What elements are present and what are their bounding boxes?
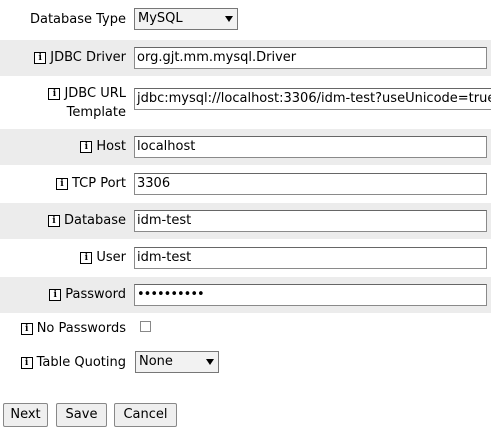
user-label: i User	[80, 250, 126, 266]
chevron-down-icon	[225, 16, 233, 22]
row-database: i Database idm-test	[0, 203, 491, 239]
cancel-button[interactable]: Cancel	[114, 403, 177, 427]
info-icon[interactable]: i	[49, 289, 62, 301]
database-type-value: MySQL	[138, 11, 183, 26]
info-icon[interactable]: i	[80, 252, 93, 264]
row-user: i User idm-test	[0, 240, 491, 276]
no-passwords-checkbox[interactable]	[140, 321, 151, 332]
info-icon[interactable]: i	[48, 88, 61, 100]
user-input[interactable]: idm-test	[134, 247, 487, 269]
no-passwords-label: i No Passwords	[20, 321, 126, 337]
jdbc-url-template-input[interactable]: jdbc:mysql://localhost:3306/idm-test?use…	[134, 88, 491, 110]
table-quoting-value: None	[139, 354, 173, 369]
database-label: i Database	[47, 213, 126, 229]
row-no-passwords: i No Passwords	[0, 314, 491, 344]
info-icon[interactable]: i	[20, 357, 33, 369]
tcp-port-input[interactable]: 3306	[134, 173, 487, 195]
jdbc-driver-input[interactable]: org.gjt.mm.mysql.Driver	[134, 47, 487, 69]
table-quoting-label: i Table Quoting	[20, 355, 126, 371]
info-icon[interactable]: i	[34, 52, 47, 64]
row-host: i Host localhost	[0, 129, 491, 165]
jdbc-url-template-label: i JDBC URL Template	[48, 84, 126, 122]
password-input[interactable]: ••••••••••	[134, 284, 487, 306]
row-jdbc-driver: i JDBC Driver org.gjt.mm.mysql.Driver	[0, 40, 491, 76]
info-icon[interactable]: i	[80, 141, 93, 153]
jdbc-driver-label: i JDBC Driver	[34, 50, 126, 66]
row-table-quoting: i Table Quoting None	[0, 346, 491, 380]
tcp-port-label: i TCP Port	[56, 176, 126, 192]
row-password: i Password ••••••••••	[0, 277, 491, 313]
database-input[interactable]: idm-test	[134, 210, 487, 232]
row-jdbc-url-template: i JDBC URL Template jdbc:mysql://localhos…	[0, 76, 491, 128]
info-icon[interactable]: i	[47, 215, 60, 227]
row-tcp-port: i TCP Port 3306	[0, 166, 491, 202]
host-input[interactable]: localhost	[134, 136, 487, 158]
info-icon[interactable]: i	[56, 178, 68, 190]
table-quoting-select[interactable]: None	[135, 351, 219, 373]
row-database-type: Database Type MySQL	[0, 4, 491, 36]
database-type-select[interactable]: MySQL	[134, 8, 238, 30]
save-button[interactable]: Save	[56, 403, 107, 427]
database-type-label: Database Type	[29, 12, 126, 27]
chevron-down-icon	[206, 359, 214, 365]
password-label: i Password	[49, 287, 126, 303]
info-icon[interactable]: i	[20, 323, 33, 335]
next-button[interactable]: Next	[3, 403, 48, 427]
host-label: i Host	[80, 139, 126, 155]
